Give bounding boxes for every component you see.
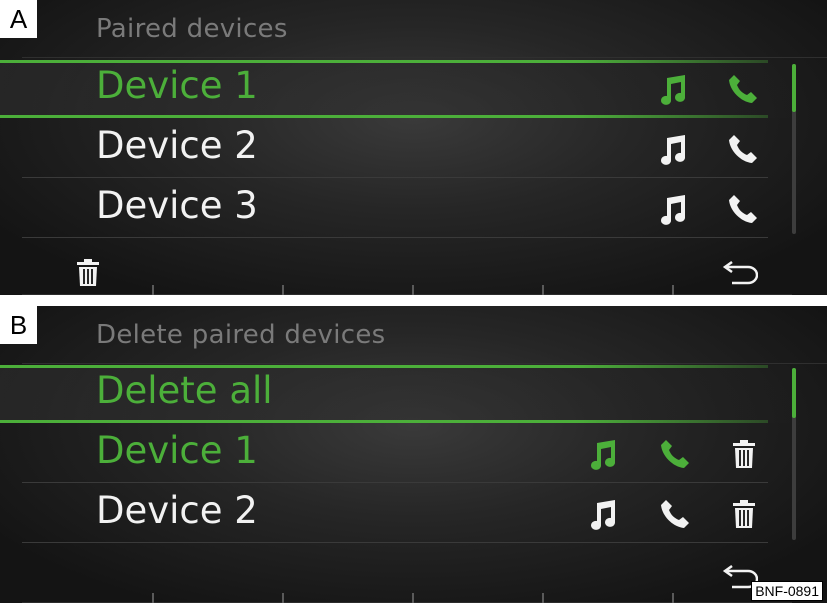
tick-mark	[282, 593, 284, 603]
device-label: Device 2	[96, 489, 258, 532]
panel-title: Delete paired devices	[96, 320, 386, 350]
delete-device-row-1[interactable]: Device 1	[0, 425, 790, 483]
music-note-icon	[587, 437, 621, 471]
phone-icon	[658, 437, 692, 471]
scrollbar[interactable]	[792, 368, 796, 540]
scrollbar-thumb[interactable]	[792, 368, 796, 418]
header-divider	[22, 57, 827, 58]
panel-tag-b: B	[0, 306, 37, 344]
phone-icon	[726, 72, 760, 106]
device-row-2[interactable]: Device 2	[0, 120, 790, 178]
tick-mark	[542, 593, 544, 603]
row-divider	[22, 177, 768, 178]
music-note-icon	[657, 192, 691, 226]
scrollbar[interactable]	[792, 64, 796, 234]
music-note-icon	[657, 132, 691, 166]
music-note-icon	[657, 72, 691, 106]
figure-code: BNF-0891	[751, 581, 823, 601]
delete-all-row[interactable]: Delete all	[0, 365, 790, 423]
device-label: Device 1	[96, 429, 258, 472]
tick-mark	[152, 593, 154, 603]
row-divider	[22, 237, 768, 238]
device-label: Device 3	[96, 184, 258, 227]
device-label: Device 2	[96, 124, 258, 167]
phone-icon	[726, 132, 760, 166]
tick-mark	[412, 285, 414, 295]
scrollbar-thumb[interactable]	[792, 64, 796, 112]
tick-mark	[672, 593, 674, 603]
tick-mark	[152, 285, 154, 295]
delete-device-row-2[interactable]: Device 2	[0, 485, 790, 543]
device-row-3[interactable]: Device 3	[0, 180, 790, 238]
trash-icon[interactable]	[729, 437, 759, 471]
music-note-icon	[587, 497, 621, 531]
tick-mark	[282, 285, 284, 295]
device-row-1[interactable]: Device 1	[0, 60, 790, 118]
header-divider	[22, 363, 827, 364]
phone-icon	[726, 192, 760, 226]
trash-icon[interactable]	[73, 257, 103, 287]
back-arrow-icon[interactable]	[722, 257, 758, 287]
trash-icon[interactable]	[729, 497, 759, 531]
device-label: Device 1	[96, 64, 258, 107]
delete-paired-devices-panel: B Delete paired devices Delete all Devic…	[0, 306, 827, 603]
tick-mark	[542, 285, 544, 295]
panel-title: Paired devices	[96, 14, 288, 44]
panel-separator	[0, 295, 827, 306]
panel-tag-a: A	[0, 0, 37, 38]
paired-devices-panel: A Paired devices Device 1 Device 2 Devic…	[0, 0, 827, 295]
row-divider	[22, 482, 768, 483]
tick-mark	[672, 285, 674, 295]
delete-all-label: Delete all	[96, 369, 273, 412]
phone-icon	[658, 497, 692, 531]
row-divider	[22, 542, 768, 543]
tick-mark	[412, 593, 414, 603]
